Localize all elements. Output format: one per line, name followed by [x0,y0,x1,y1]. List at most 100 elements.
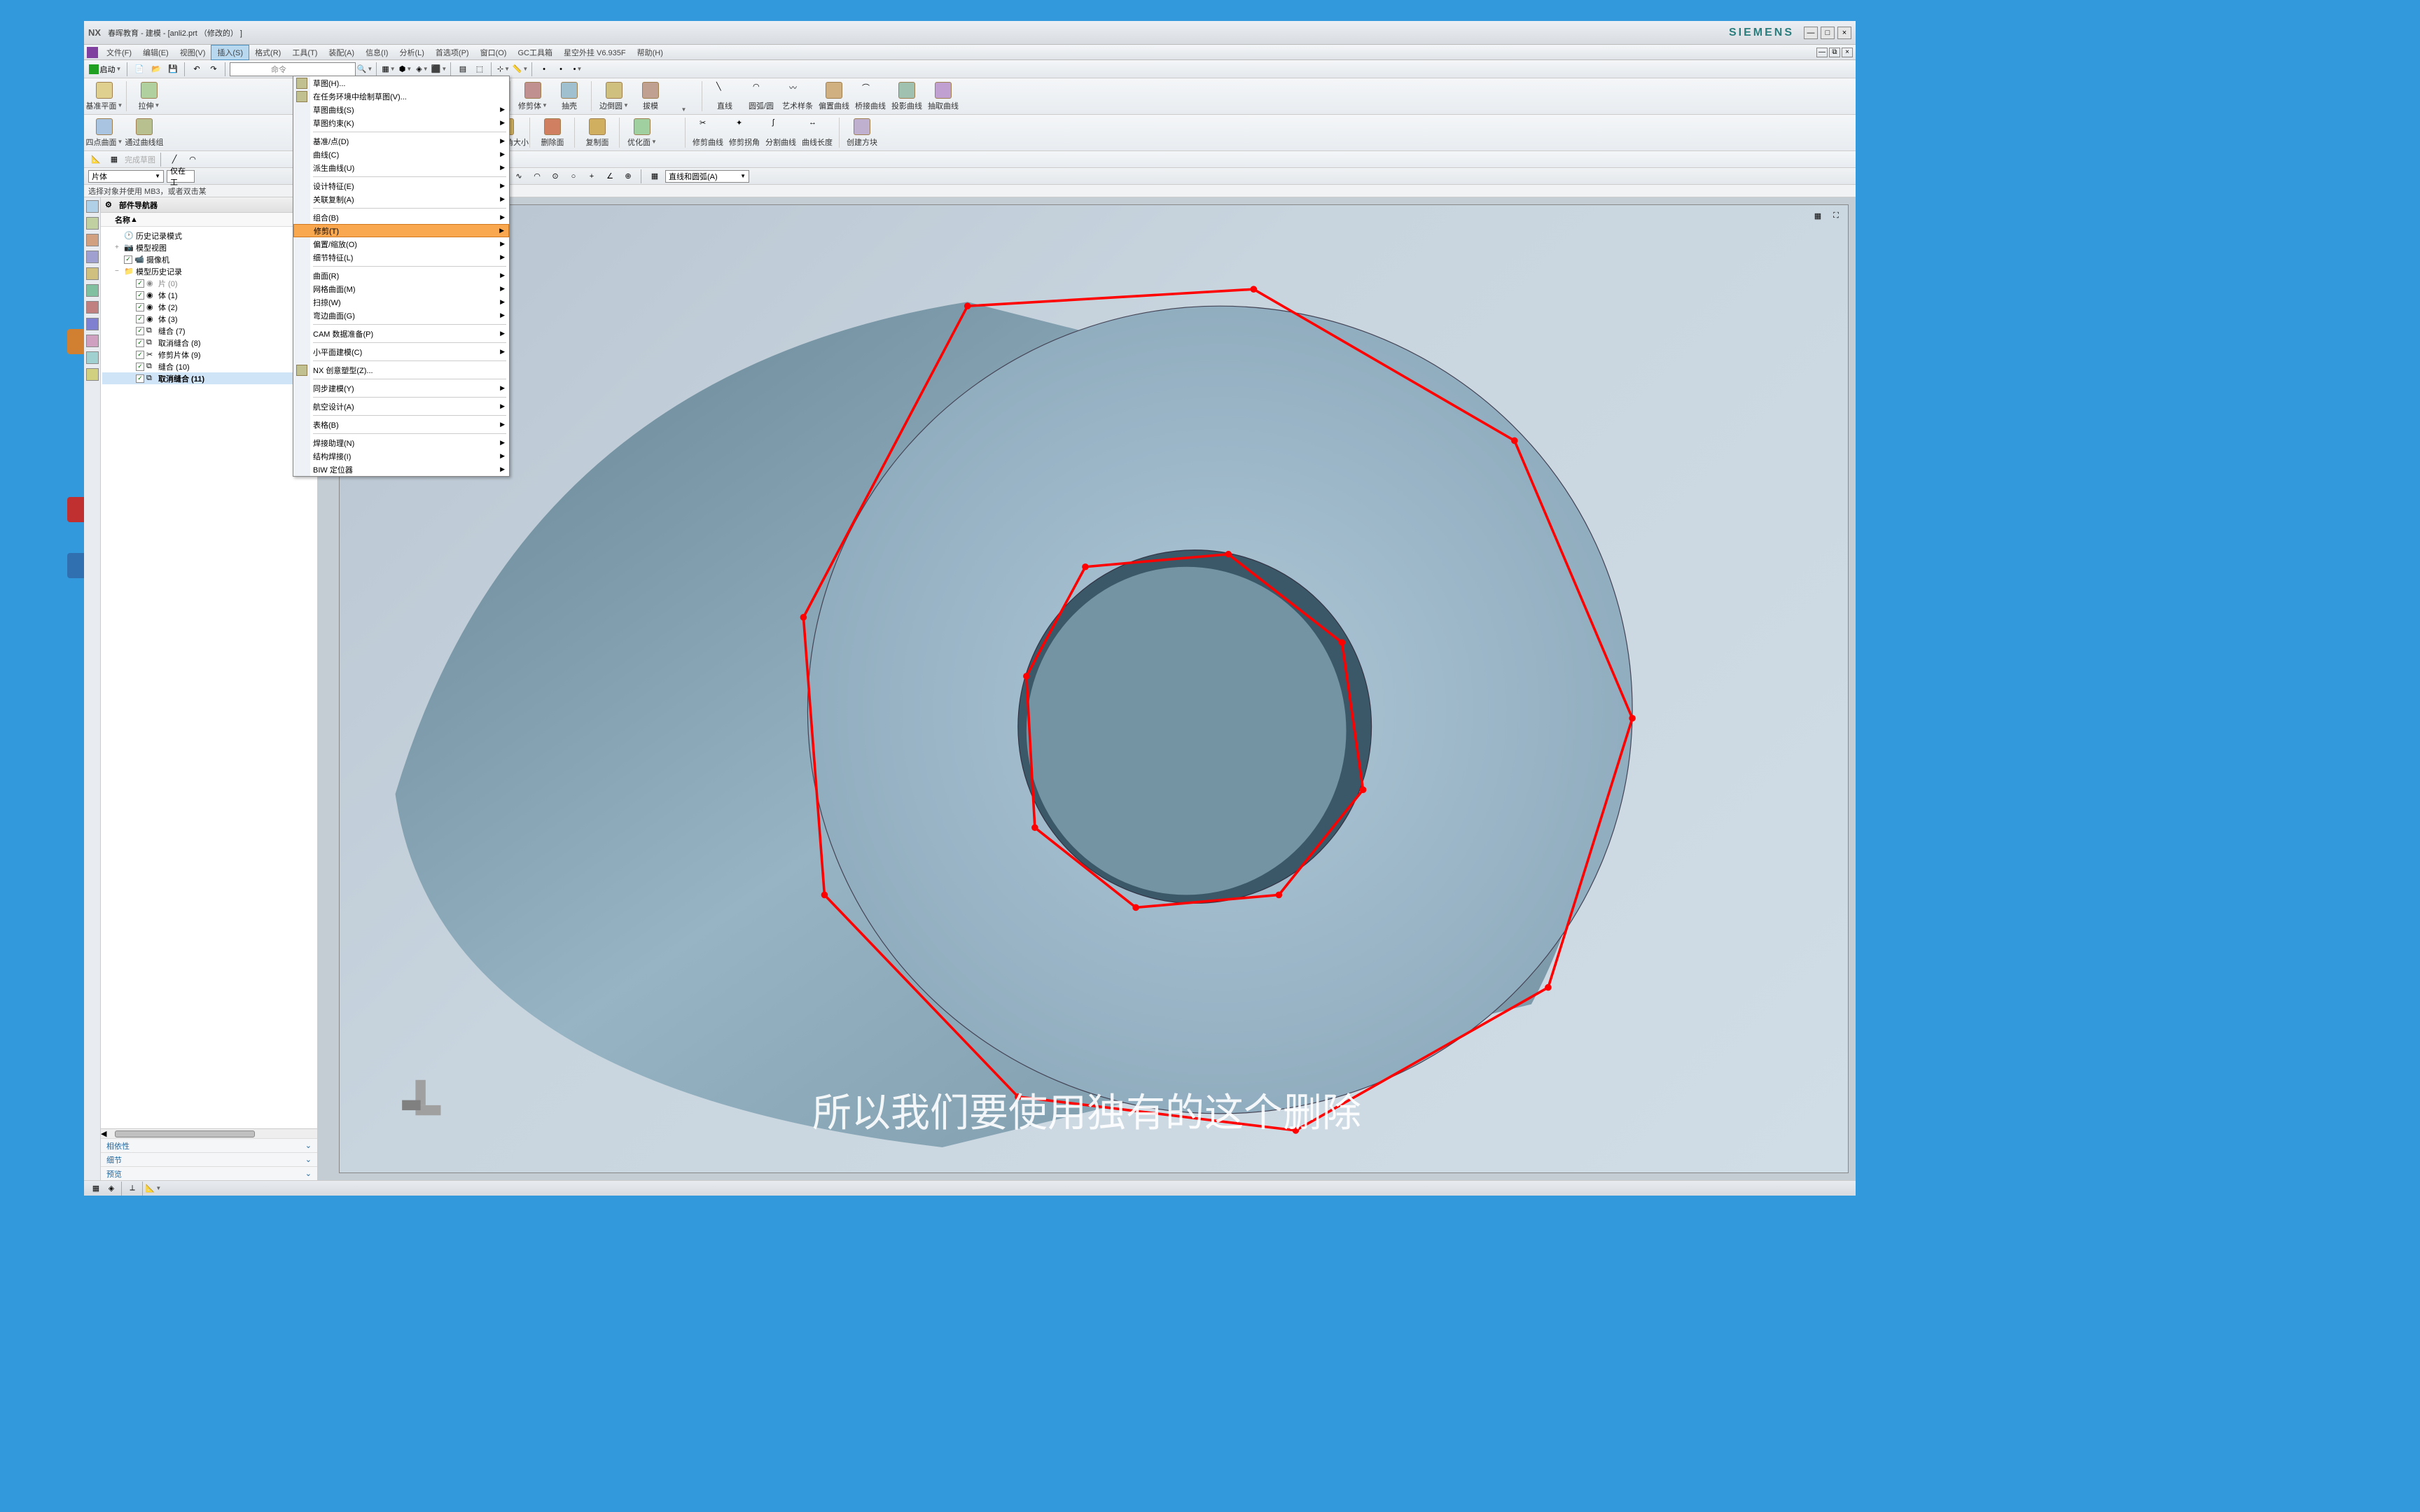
menu-gctools[interactable]: GC工具箱 [512,46,558,59]
tree-item[interactable]: ✓✂修剪片体 (9) [102,349,316,360]
accordion-dependency[interactable]: 相依性⌄ [101,1138,317,1152]
tab-5[interactable] [86,267,99,280]
tree-item[interactable]: ✓⧉缝合 (7) [102,325,316,337]
search-button[interactable]: 🔍▼ [357,62,373,77]
dropdown-item[interactable]: 表格(B)▶ [293,418,509,431]
shell-button[interactable]: 抽壳 [552,80,587,113]
dropdown-item[interactable]: 设计特征(E)▶ [293,179,509,192]
gear-icon[interactable]: ⚙ [105,200,115,210]
dropdown-item[interactable]: 曲线(C)▶ [293,148,509,161]
model-view-canvas[interactable] [340,205,1848,1172]
close-button[interactable]: × [1837,27,1851,39]
extract-curve-button[interactable]: 抽取曲线 [926,80,961,113]
tab-7[interactable] [86,301,99,314]
dropdown-item[interactable]: 同步建模(Y)▶ [293,382,509,395]
dropdown-item[interactable]: 草图曲线(S)▶ [293,103,509,116]
dropdown-item[interactable]: 结构焊接(I)▶ [293,449,509,463]
menu-prefs[interactable]: 首选项(P) [430,46,475,59]
box-icon[interactable]: ⬚ [472,62,487,77]
spline-button[interactable]: 〰艺术样条 [780,80,815,113]
tree-item[interactable]: ✓◉体 (3) [102,313,316,325]
dropdown-item[interactable]: 基准/点(D)▶ [293,134,509,148]
f14[interactable]: ∠ [602,169,618,184]
minimize-button[interactable]: — [1804,27,1818,39]
four-point-surface-button[interactable]: 四点曲面▼ [87,116,122,149]
dropdown-item[interactable]: 弯边曲面(G)▶ [293,309,509,322]
sb4[interactable]: 📐▼ [146,1181,161,1196]
dropdown-item[interactable]: 在任务环境中绘制草图(V)... [293,90,509,103]
tab-assy-nav[interactable] [86,217,99,230]
trim-curve-button[interactable]: ✂修剪曲线 [690,116,725,149]
dropdown-item[interactable]: 曲面(R)▶ [293,269,509,282]
curve-length-button[interactable]: ↔曲线长度 [800,116,835,149]
dropdown-item[interactable]: 小平面建模(C)▶ [293,345,509,358]
menu-edit[interactable]: 编辑(E) [137,46,174,59]
command-finder[interactable]: 命令 [230,62,356,76]
tab-8[interactable] [86,318,99,330]
dropdown-item[interactable]: 派生曲线(U)▶ [293,161,509,174]
type-filter[interactable]: 片体▼ [88,170,164,183]
f15[interactable]: ⊕ [620,169,636,184]
scope-filter[interactable]: 仅在工 [167,170,195,183]
wcs-icon[interactable]: ⊹▼ [496,62,511,77]
accordion-details[interactable]: 细节⌄ [101,1152,317,1166]
delete-face-button[interactable]: 删除面 [535,116,570,149]
through-curves-button[interactable]: 通过曲线组 [123,116,165,149]
draft-button[interactable]: 拔模 [633,80,668,113]
mdi-restore[interactable]: ⧉ [1829,48,1840,57]
menu-insert[interactable]: 插入(S) [211,45,249,60]
arc-button[interactable]: ◠圆弧/圆 [744,80,779,113]
dropdown-item[interactable]: 组合(B)▶ [293,211,509,224]
nav-column-name[interactable]: 名称 ▲ [101,213,317,227]
dropdown-item[interactable]: 航空设计(A)▶ [293,400,509,413]
view-icon[interactable]: ◈▼ [415,62,430,77]
optimize-face-button[interactable]: 优化面▼ [625,116,660,149]
maximize-button[interactable]: □ [1821,27,1835,39]
bridge-curve-button[interactable]: ⌒桥接曲线 [853,80,888,113]
trim-body-button[interactable]: 修剪体▼ [515,80,550,113]
dropdown-item[interactable]: BIW 定位器▶ [293,463,509,476]
tree-model-view[interactable]: +📷模型视图 [102,241,316,253]
cube-icon[interactable]: ⬛▼ [431,62,447,77]
edge-blend-button[interactable]: 边倒圆▼ [597,80,632,113]
tree-hscroll[interactable]: ◀ [101,1128,317,1138]
tab-11[interactable] [86,368,99,381]
tree-item[interactable]: ✓◉体 (1) [102,289,316,301]
menu-format[interactable]: 格式(R) [249,46,286,59]
menu-view[interactable]: 视图(V) [174,46,211,59]
ext3-icon[interactable]: •▼ [570,62,585,77]
mdi-minimize[interactable]: — [1816,48,1828,57]
start-button[interactable]: 启动▼ [87,62,123,77]
tab-9[interactable] [86,335,99,347]
accordion-preview[interactable]: 预览⌄ [101,1166,317,1180]
menu-file[interactable]: 文件(F) [101,46,137,59]
dropdown-item[interactable]: 修剪(T)▶ [293,224,509,237]
curve-rule-filter[interactable]: 直线和圆弧(A)▼ [665,170,749,183]
dropdown-item[interactable]: 偏置/缩放(O)▶ [293,237,509,251]
offset-curve-button[interactable]: 偏置曲线 [816,80,851,113]
menu-window[interactable]: 窗口(O) [475,46,513,59]
viewport[interactable]: □ [318,197,1856,1180]
dropdown-item[interactable]: 草图(H)... [293,76,509,90]
sb1[interactable]: ▦ [88,1181,104,1196]
layer-icon[interactable]: ▤ [455,62,471,77]
new-button[interactable]: 📄 [132,62,147,77]
f13[interactable]: + [584,169,599,184]
line-button[interactable]: ╲直线 [707,80,742,113]
f16[interactable]: ▦ [647,169,662,184]
dropdown-item[interactable]: 关联复制(A)▶ [293,192,509,206]
undo-button[interactable]: ↶ [189,62,204,77]
sketch-finish[interactable]: 📐 [88,152,104,167]
tab-3[interactable] [86,234,99,246]
datum-plane-button[interactable]: 基准平面▼ [87,80,122,113]
grid-icon[interactable]: ▦▼ [381,62,396,77]
ext2-icon[interactable]: • [553,62,569,77]
dropdown-item[interactable]: NX 创意塑型(Z)... [293,363,509,377]
meas-icon[interactable]: 📏▼ [513,62,528,77]
create-box-button[interactable]: 创建方块 [844,116,879,149]
dropdown-item[interactable]: CAM 数据准备(P)▶ [293,327,509,340]
sb3[interactable]: ⟂ [125,1181,140,1196]
dropdown-item[interactable]: 草图约束(K)▶ [293,116,509,130]
tab-6[interactable] [86,284,99,297]
split-curve-button[interactable]: ʃ分割曲线 [763,116,798,149]
